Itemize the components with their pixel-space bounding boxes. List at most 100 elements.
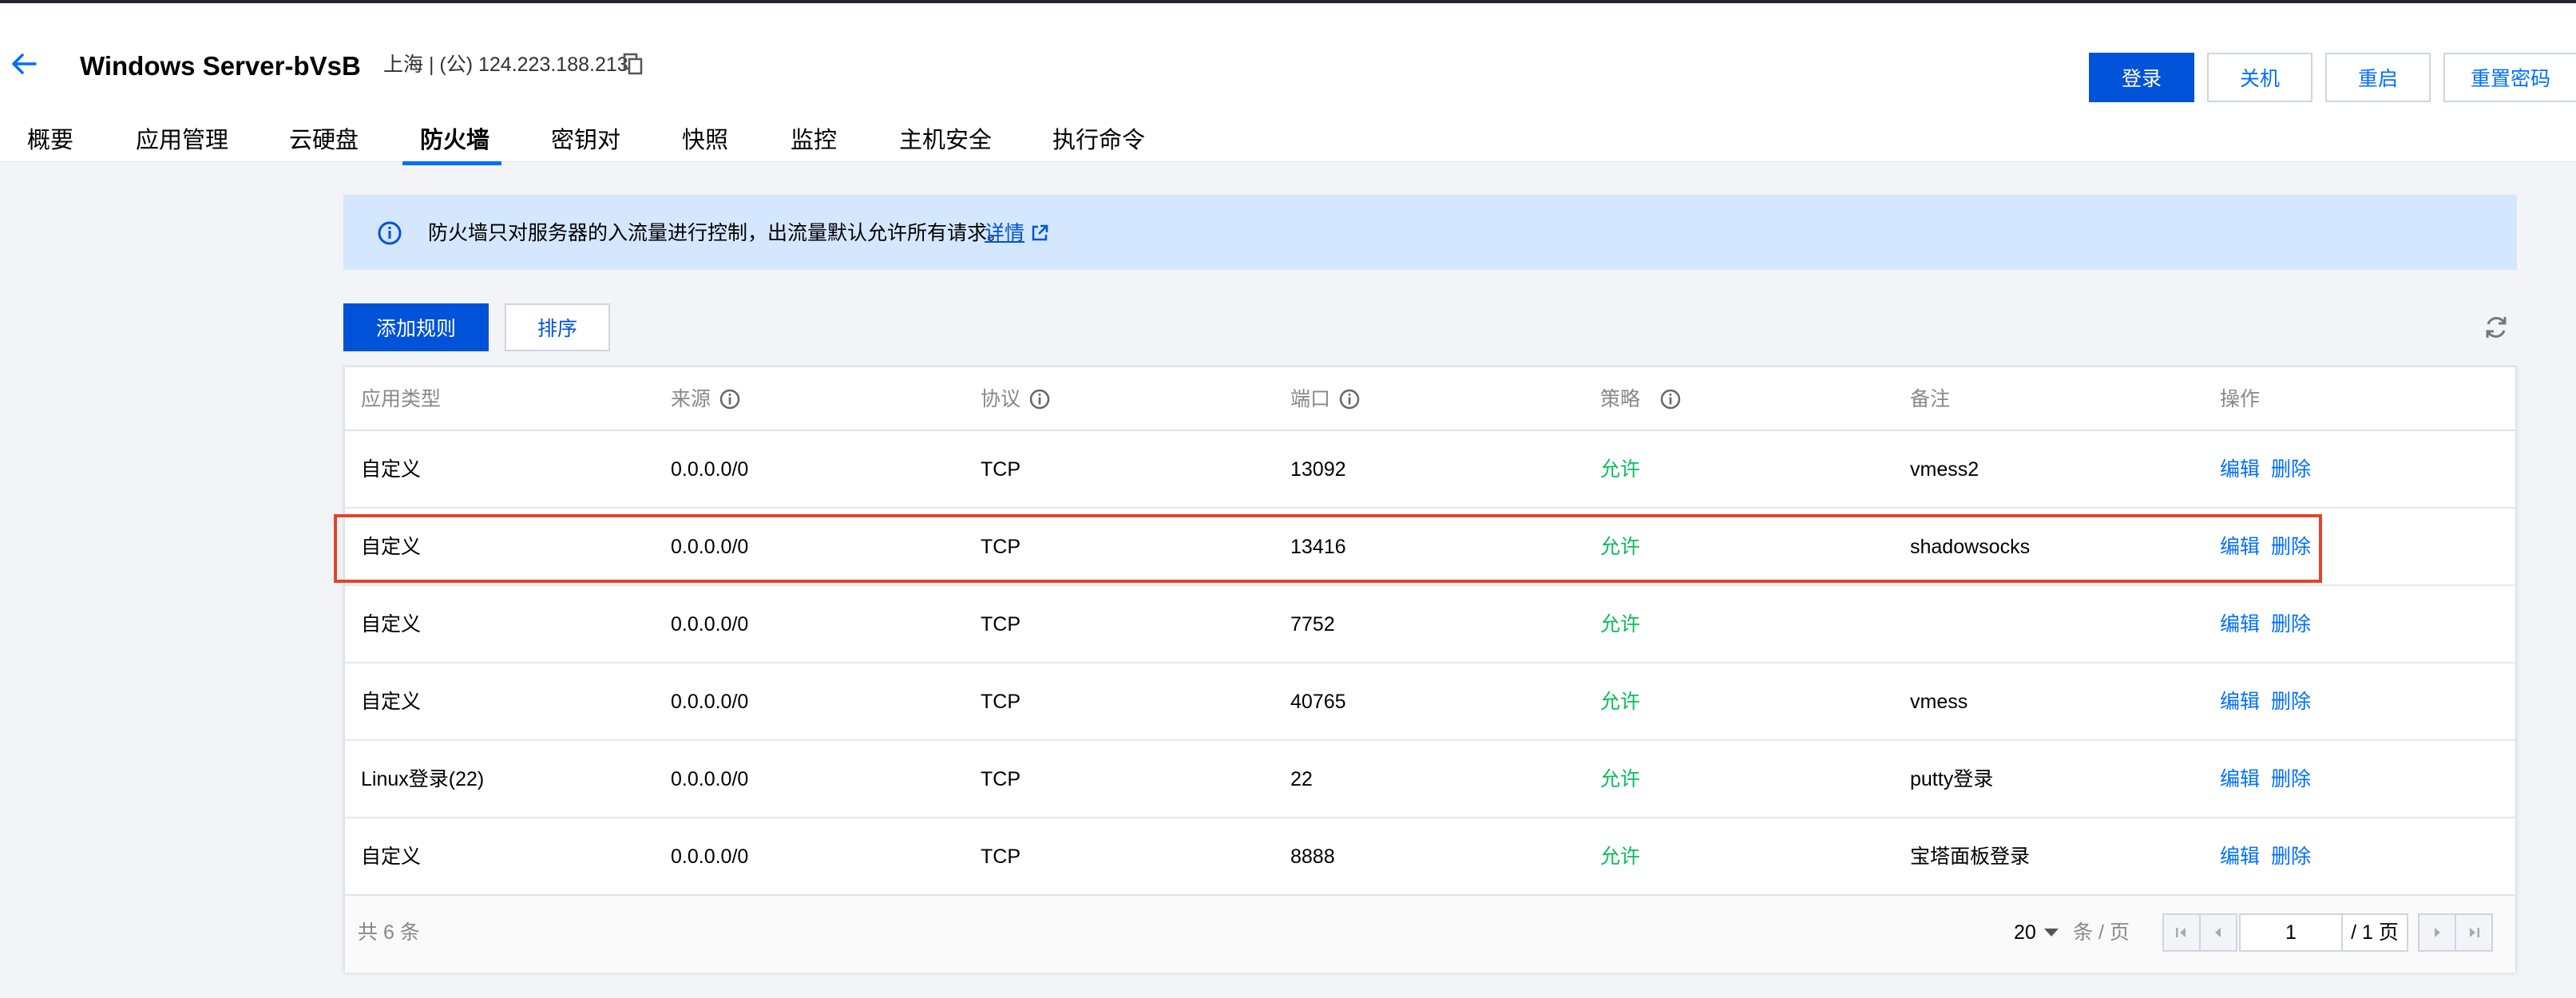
- info-icon[interactable]: [719, 388, 741, 410]
- cell-source: 0.0.0.0/0: [671, 691, 749, 713]
- cell-remark: vmess2: [1910, 458, 1980, 481]
- page-size-value: 20: [2014, 921, 2036, 944]
- cell-policy: 允许: [1600, 768, 1641, 790]
- info-icon[interactable]: [1028, 388, 1051, 410]
- table-row: 自定义 0.0.0.0/0 TCP 8888 允许 宝塔面板登录 编辑 删除: [345, 818, 2515, 896]
- page-number-input[interactable]: [2239, 913, 2343, 952]
- shutdown-button[interactable]: 关机: [2207, 53, 2312, 102]
- add-rule-button[interactable]: 添加规则: [343, 303, 489, 351]
- table-row: 自定义 0.0.0.0/0 TCP 40765 允许 vmess 编辑 删除: [345, 663, 2515, 741]
- first-page-button[interactable]: [2162, 913, 2201, 952]
- edit-link[interactable]: 编辑: [2220, 687, 2260, 716]
- prev-page-icon: [2215, 928, 2221, 937]
- cell-app-type: 自定义: [361, 458, 422, 481]
- cell-port: 13092: [1290, 458, 1346, 481]
- cell-source: 0.0.0.0/0: [671, 458, 749, 481]
- next-page-button[interactable]: [2418, 913, 2456, 952]
- last-page-icon: [2470, 928, 2479, 937]
- delete-link[interactable]: 删除: [2271, 610, 2311, 639]
- cell-app-type: 自定义: [361, 613, 422, 636]
- instance-title: Windows Server-bVsB: [80, 51, 361, 81]
- back-arrow-icon[interactable]: [8, 48, 40, 80]
- cell-source: 0.0.0.0/0: [671, 613, 749, 636]
- active-tab-indicator: [402, 161, 501, 165]
- tab-firewall[interactable]: 防火墙: [420, 123, 489, 158]
- cell-source: 0.0.0.0/0: [671, 768, 749, 790]
- cell-port: 40765: [1290, 691, 1346, 713]
- table-header: 应用类型 来源 协议 端口 策略 备注 操作: [345, 367, 2515, 431]
- refresh-icon[interactable]: [2482, 313, 2511, 342]
- external-link-icon[interactable]: [1030, 224, 1049, 243]
- details-link[interactable]: 详情: [985, 219, 1024, 248]
- cell-port: 7752: [1290, 613, 1335, 636]
- column-actions: 操作: [2220, 388, 2261, 410]
- edit-link[interactable]: 编辑: [2220, 610, 2260, 639]
- delete-link[interactable]: 删除: [2271, 687, 2311, 716]
- cell-source: 0.0.0.0/0: [671, 846, 749, 868]
- tab-snapshot[interactable]: 快照: [682, 123, 728, 158]
- cell-remark: vmess: [1910, 691, 1968, 713]
- column-remark: 备注: [1910, 388, 1951, 410]
- cell-app-type: Linux登录(22): [361, 768, 485, 790]
- tab-host-security[interactable]: 主机安全: [899, 123, 992, 158]
- total-count: 共 6 条: [358, 921, 420, 944]
- reset-password-button[interactable]: 重置密码: [2443, 53, 2576, 102]
- cell-protocol: TCP: [981, 613, 1020, 636]
- cell-protocol: TCP: [981, 691, 1020, 713]
- cell-policy: 允许: [1600, 846, 1641, 868]
- column-source: 来源: [671, 385, 741, 414]
- tab-key-pair[interactable]: 密钥对: [551, 123, 620, 158]
- firewall-rules-table: 应用类型 来源 协议 端口 策略 备注 操作 自定义 0.0.0.0/0 TCP…: [343, 366, 2517, 972]
- cell-policy: 允许: [1600, 691, 1641, 713]
- cell-policy: 允许: [1600, 613, 1641, 636]
- column-port: 端口: [1290, 385, 1361, 414]
- next-page-icon: [2435, 928, 2440, 937]
- notice-text: 防火墙只对服务器的入流量进行控制，出流量默认允许所有请求。: [428, 222, 1008, 244]
- pagination-bar: 共 6 条 20 条 / 页 / 1 页: [345, 894, 2515, 972]
- tab-overview[interactable]: 概要: [27, 123, 73, 158]
- cell-app-type: 自定义: [361, 846, 422, 868]
- cell-protocol: TCP: [981, 846, 1020, 868]
- cell-protocol: TCP: [981, 768, 1020, 790]
- last-page-button[interactable]: [2455, 913, 2493, 952]
- column-app-type: 应用类型: [361, 388, 442, 410]
- top-bar: Windows Server-bVsB 上海 | (公) 124.223.188…: [0, 0, 2576, 165]
- prev-page-button[interactable]: [2199, 913, 2237, 952]
- info-icon: [378, 221, 402, 245]
- login-button[interactable]: 登录: [2089, 53, 2194, 102]
- cell-remark: 宝塔面板登录: [1910, 846, 2031, 868]
- cell-policy: 允许: [1600, 458, 1641, 481]
- cell-app-type: 自定义: [361, 691, 422, 713]
- cell-port: 22: [1290, 768, 1313, 790]
- delete-link[interactable]: 删除: [2271, 455, 2311, 484]
- tab-monitoring[interactable]: 监控: [791, 123, 837, 158]
- edit-link[interactable]: 编辑: [2220, 842, 2260, 871]
- first-page-icon: [2176, 928, 2186, 937]
- tab-run-command[interactable]: 执行命令: [1052, 123, 1145, 158]
- caret-down-icon: [2043, 929, 2059, 937]
- copy-icon[interactable]: [623, 53, 644, 75]
- tab-cloud-disk[interactable]: 云硬盘: [289, 123, 359, 158]
- total-pages: / 1 页: [2343, 913, 2408, 952]
- column-policy: 策略: [1600, 385, 1682, 414]
- table-row: Linux登录(22) 0.0.0.0/0 TCP 22 允许 putty登录 …: [345, 741, 2515, 818]
- restart-button[interactable]: 重启: [2325, 53, 2431, 102]
- delete-link[interactable]: 删除: [2271, 842, 2311, 871]
- delete-link[interactable]: 删除: [2271, 765, 2311, 794]
- info-icon[interactable]: [1338, 388, 1361, 410]
- table-row: 自定义 0.0.0.0/0 TCP 7752 允许 编辑 删除: [345, 586, 2515, 663]
- per-page-label: 条 / 页: [2073, 921, 2130, 944]
- cell-remark: putty登录: [1910, 768, 1994, 790]
- column-protocol: 协议: [981, 385, 1051, 414]
- edit-link[interactable]: 编辑: [2220, 765, 2260, 794]
- cell-port: 8888: [1290, 846, 1335, 868]
- sort-button[interactable]: 排序: [505, 303, 610, 351]
- edit-link[interactable]: 编辑: [2220, 455, 2260, 484]
- cell-protocol: TCP: [981, 458, 1020, 481]
- info-icon[interactable]: [1659, 388, 1682, 410]
- instance-location-ip: 上海 | (公) 124.223.188.213: [383, 53, 628, 76]
- tab-app-management[interactable]: 应用管理: [136, 123, 228, 158]
- table-row: 自定义 0.0.0.0/0 TCP 13092 允许 vmess2 编辑 删除: [345, 431, 2515, 509]
- highlight-annotation-box: [334, 514, 2322, 583]
- page-size-select[interactable]: 20: [2014, 918, 2059, 947]
